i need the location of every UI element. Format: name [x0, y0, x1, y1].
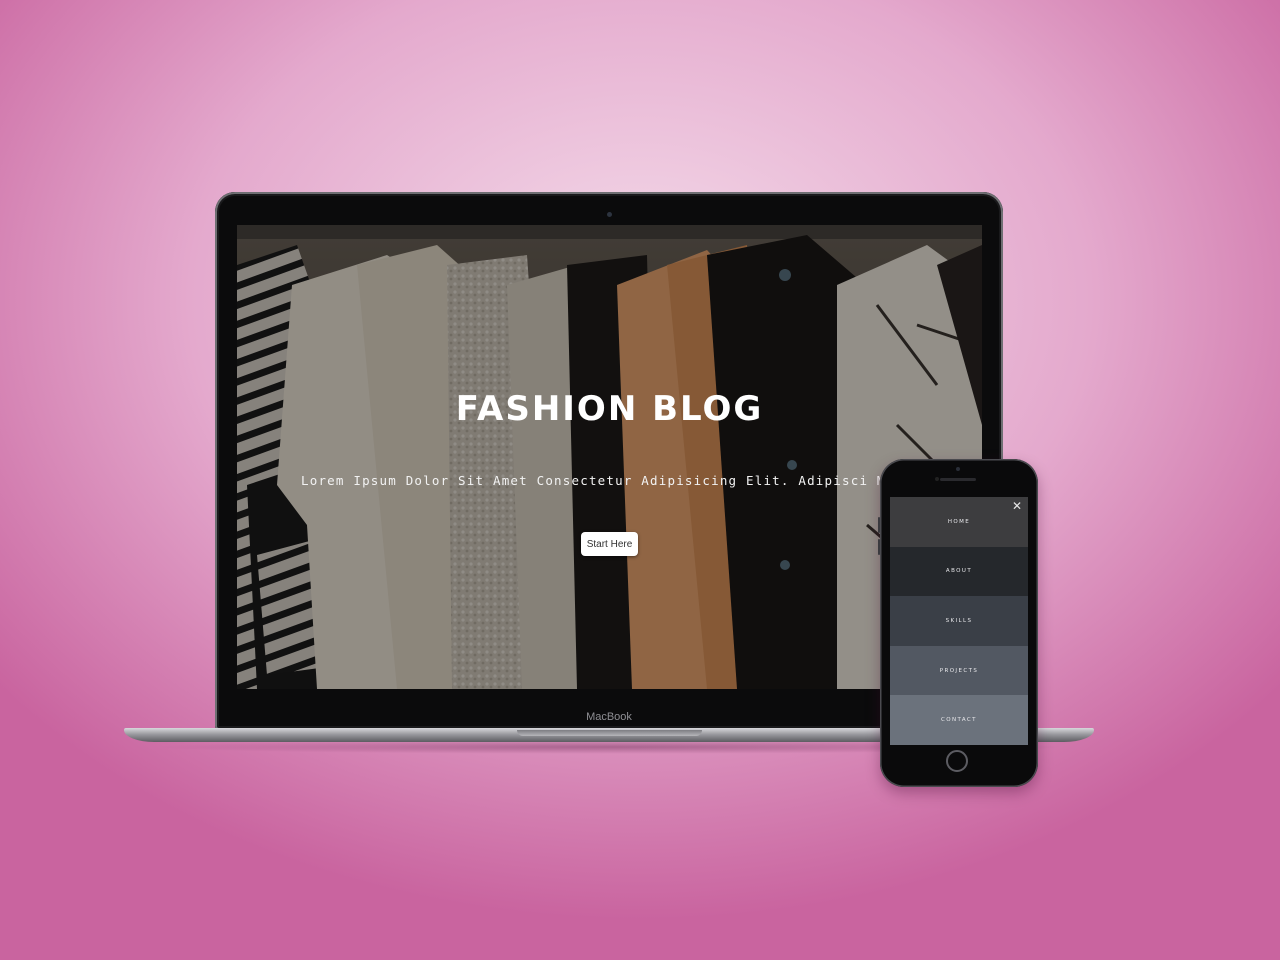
phone-front-camera	[935, 477, 939, 481]
start-here-button[interactable]: Start Here	[581, 532, 638, 556]
close-icon[interactable]: ✕	[1010, 499, 1024, 513]
laptop-hinge-notch	[517, 730, 702, 736]
laptop-camera	[607, 212, 612, 217]
phone-body: HOME ABOUT SKILLS PROJECTS CONTACT ✕	[878, 459, 1038, 787]
phone-speaker	[940, 478, 976, 481]
phone-screen: HOME ABOUT SKILLS PROJECTS CONTACT ✕	[890, 497, 1028, 745]
menu-item-skills[interactable]: SKILLS	[890, 596, 1028, 646]
phone-volume-button	[878, 539, 880, 555]
hero-overlay	[237, 225, 982, 689]
phone-home-button[interactable]	[946, 750, 968, 772]
menu-item-home[interactable]: HOME	[890, 497, 1028, 547]
menu-item-contact[interactable]: CONTACT	[890, 695, 1028, 745]
phone-camera	[956, 467, 960, 471]
hero-title: FASHION BLOG	[455, 389, 764, 429]
menu-item-about[interactable]: ABOUT	[890, 546, 1028, 597]
menu-item-projects[interactable]: PROJECTS	[890, 645, 1028, 696]
hero-subtitle: Lorem Ipsum Dolor Sit Amet Consectetur A…	[301, 473, 973, 488]
phone-volume-button	[878, 517, 880, 533]
laptop-screen: FASHION BLOG Lorem Ipsum Dolor Sit Amet …	[237, 225, 982, 689]
